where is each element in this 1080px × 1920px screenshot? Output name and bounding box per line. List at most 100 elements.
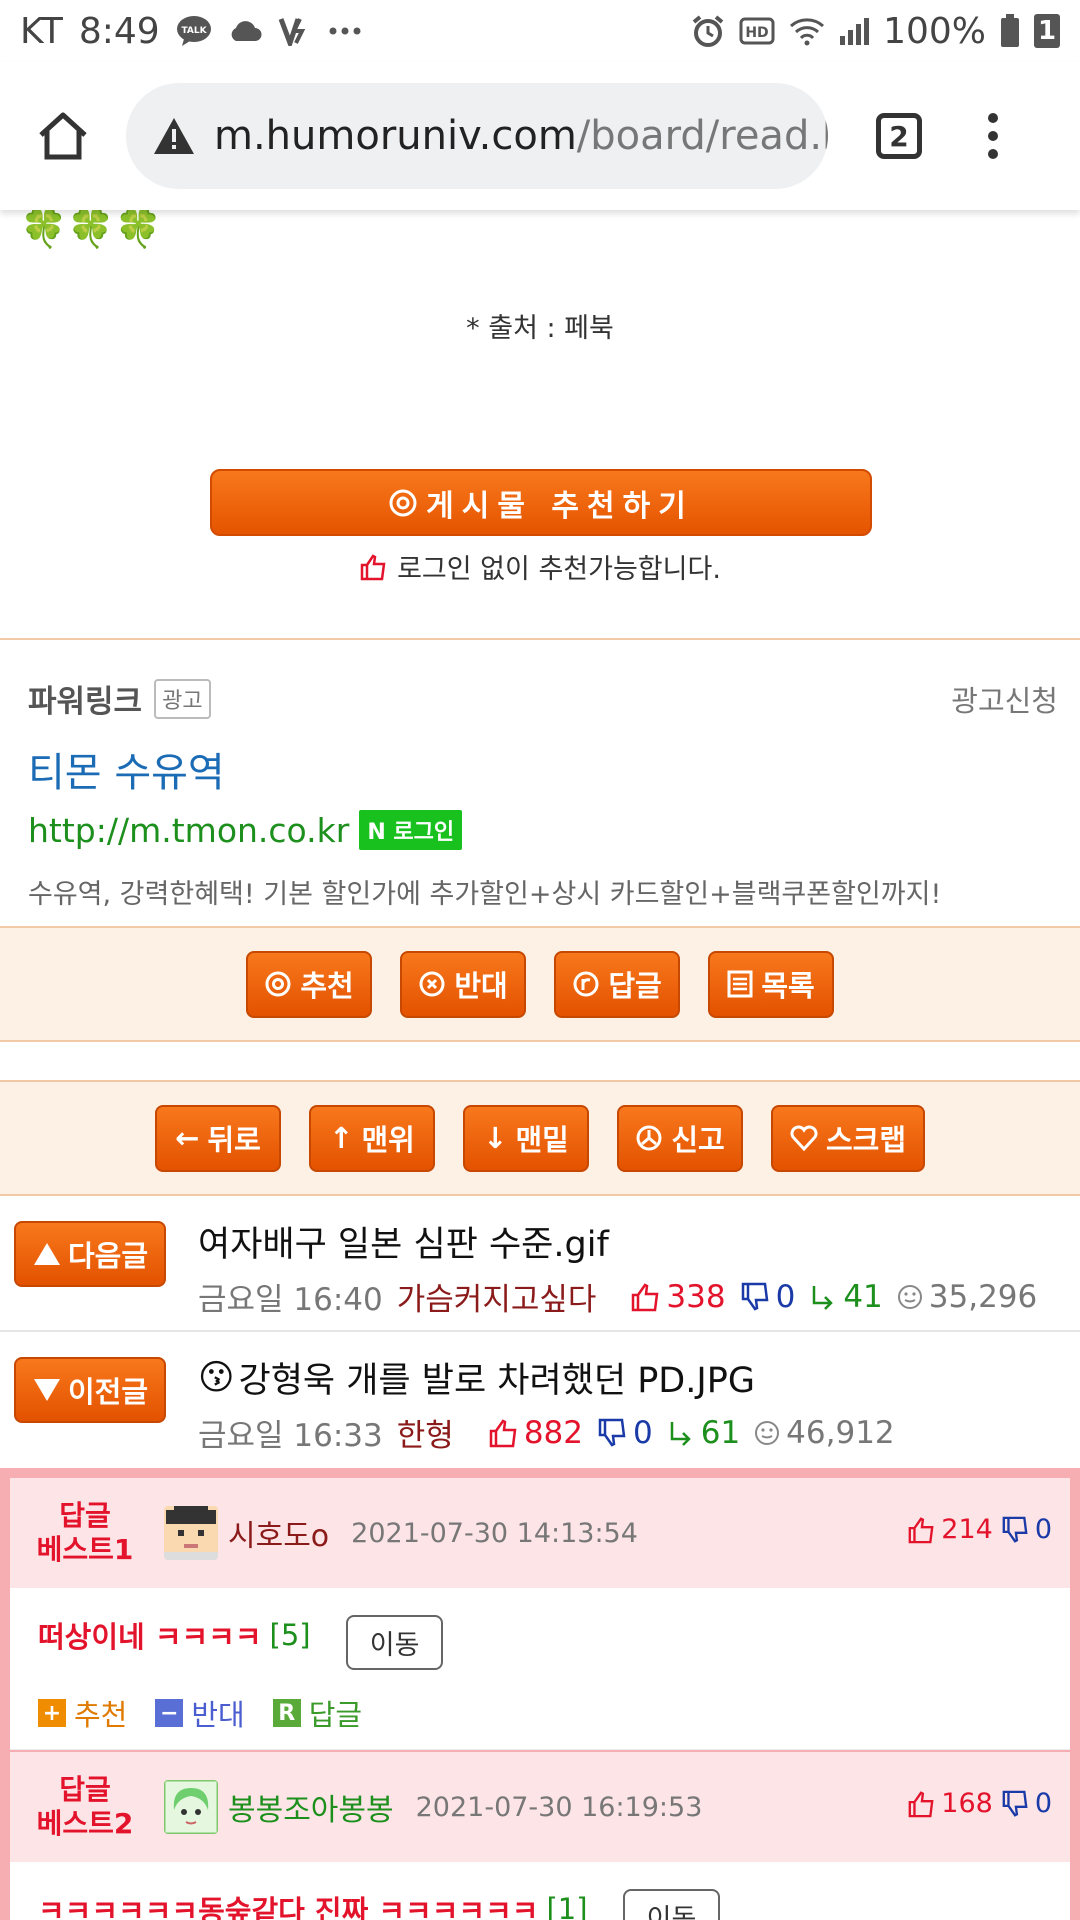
next-post-row[interactable]: 다음글 여자배구 일본 심판 수준.gif 금요일 16:40 가슴커지고싶다 … [0,1196,1080,1332]
down-count: 0 [597,1415,653,1451]
next-post-button[interactable]: 다음글 [14,1221,166,1287]
sim-icon: 1 [1034,14,1060,48]
tab-count: 2 [889,119,909,153]
move-button[interactable]: 이동 [622,1889,721,1920]
down-count: 0 [1001,1514,1052,1545]
reply-votes: 214 0 [907,1514,1052,1545]
reply-child-count: [1] [546,1892,588,1920]
report-button[interactable]: 신고 [617,1104,743,1172]
post-date: 금요일 16:33 [198,1418,383,1454]
thumbs-up-icon [489,1418,517,1447]
reply-text: ㅋㅋㅋㅋㅋㅋ동숲같다 진짜 ㅋㅋㅋㅋㅋㅋ [1] [38,1888,588,1920]
reply-count: 41 [809,1279,883,1315]
minus-icon: − [155,1699,184,1727]
report-icon [636,1125,662,1151]
carrier-label: KT [20,10,63,52]
triangle-up-icon [33,1243,60,1265]
vpn-icon [278,16,312,46]
reply-actions: + 추천 − 반대 R 답글 [38,1692,362,1734]
prev-post-meta: 금요일 16:33 한형 882 0 61 46,912 [198,1410,895,1455]
best-replies-section: 답글 베스트1 시호도o 2021-07-30 14:13:54 214 0 떠… [0,1468,1080,1920]
scroll-top-button[interactable]: ↑ 맨위 [309,1104,435,1172]
smiley-icon [897,1284,922,1309]
reply-username[interactable]: 봉봉조아봉봉 [228,1785,394,1829]
recommend-circle-icon [389,489,417,516]
browser-menu-button[interactable] [988,113,998,159]
reply-arrow-icon [670,1421,691,1446]
plus-icon: + [38,1699,66,1727]
next-post-title[interactable]: 여자배구 일본 심판 수준.gif [198,1216,609,1267]
battery-icon [1000,14,1020,48]
prev-post-row[interactable]: 이전글 😗 강형욱 개를 발로 차려했던 PD.JPG 금요일 16:33 한형 … [0,1332,1080,1468]
best-reply-2: 답글 베스트2 봉봉조아봉봉 2021-07-30 16:19:53 168 0… [10,1752,1070,1920]
svg-text:HD: HD [745,25,768,41]
prev-post-button[interactable]: 이전글 [14,1357,166,1423]
avatar [164,1780,218,1834]
reply-reply-button[interactable]: R 답글 [272,1692,362,1734]
tab-switcher-button[interactable]: 2 [876,113,922,159]
post-author: 가슴커지고싶다 [396,1282,597,1318]
arrow-up-icon: ↑ [329,1121,354,1155]
view-count: 35,296 [897,1279,1037,1315]
scrap-button[interactable]: 스크랩 [771,1104,925,1172]
reply-username[interactable]: 시호도o [228,1511,329,1555]
recommend-post-label: 게시물 추천하기 [426,488,694,524]
view-count: 46,912 [754,1415,895,1451]
page-nav-bar: ← 뒤로 ↑ 맨위 ↓ 맨밑 신고 스크랩 [0,1080,1080,1196]
up-count: 168 [907,1788,993,1819]
oppose-x-icon [419,971,445,997]
ad-name-link[interactable]: 티몬 수유역 [28,740,225,798]
best-reply-label: 답글 베스트2 [36,1773,134,1840]
warning-icon [154,118,194,154]
url-host: m.humoruniv.com [214,113,577,159]
home-icon [39,112,87,160]
up-count: 214 [907,1514,993,1545]
reply-votes: 168 0 [907,1788,1052,1819]
post-source: * 출처 : 페북 [466,313,614,344]
reply-text: 떠상이네 ㅋㅋㅋㅋ [5] [38,1618,311,1654]
more-notifications-icon [328,26,362,36]
recommend-post-button[interactable]: 게시물 추천하기 [210,469,872,536]
ad-url-link[interactable]: http://m.tmon.co.kr N 로그인 [28,810,463,850]
svg-text:TALK: TALK [181,26,207,36]
reply-oppose-button[interactable]: − 반대 [155,1692,245,1734]
ad-apply-link[interactable]: 광고신청 [951,678,1058,720]
status-bar: KT 8:49 TALK HD 100% 1 [0,0,1080,62]
heart-icon [790,1125,818,1151]
kissing-face-emoji: 😗 [198,1357,235,1398]
back-button[interactable]: ← 뒤로 [155,1104,281,1172]
arrow-left-icon: ← [175,1121,200,1155]
alarm-icon [691,14,725,48]
prev-post-title[interactable]: 😗 강형욱 개를 발로 차려했던 PD.JPG [198,1352,755,1403]
reply-r-icon [573,971,599,997]
address-bar[interactable]: m.humoruniv.com/board/read.h [126,83,828,189]
signal-icon [839,16,870,46]
sim-number: 1 [1037,16,1057,46]
hd-icon: HD [739,17,775,45]
up-count: 338 [630,1279,726,1315]
best-reply-body: ㅋㅋㅋㅋㅋㅋ동숲같다 진짜 ㅋㅋㅋㅋㅋㅋ [1] 이동 [10,1862,1070,1920]
list-button[interactable]: 목록 [708,950,834,1018]
reply-count: 61 [667,1415,740,1451]
recommend-button[interactable]: 추천 [246,950,372,1018]
thumbs-down-icon [741,1282,768,1311]
move-button[interactable]: 이동 [345,1615,444,1670]
cloud-icon [228,20,262,42]
reply-button[interactable]: 답글 [554,950,680,1018]
scroll-bottom-button[interactable]: ↓ 맨밑 [463,1104,589,1172]
reply-arrow-icon [813,1285,834,1310]
reply-recommend-button[interactable]: + 추천 [38,1692,127,1734]
triangle-down-icon [33,1379,60,1401]
ad-description: 수유역, 강력한혜택! 기본 할인가에 추가할인+상시 카드할인+블랙쿠폰할인까… [28,879,942,910]
thumbs-up-icon [908,1790,934,1817]
best-reply-body: 떠상이네 ㅋㅋㅋㅋ [5] 이동 + 추천 − 반대 R 답글 [10,1588,1070,1750]
browser-toolbar: m.humoruniv.com/board/read.h 2 [0,62,1080,210]
recommend-note: 로그인 없이 추천가능합니다. [0,547,1080,586]
divider [0,638,1080,640]
arrow-down-icon: ↓ [483,1121,508,1155]
oppose-button[interactable]: 반대 [400,950,526,1018]
recommend-circle-icon [265,971,291,997]
smiley-icon [755,1420,780,1445]
naver-login-badge: N 로그인 [359,810,463,850]
home-button[interactable] [0,62,126,210]
